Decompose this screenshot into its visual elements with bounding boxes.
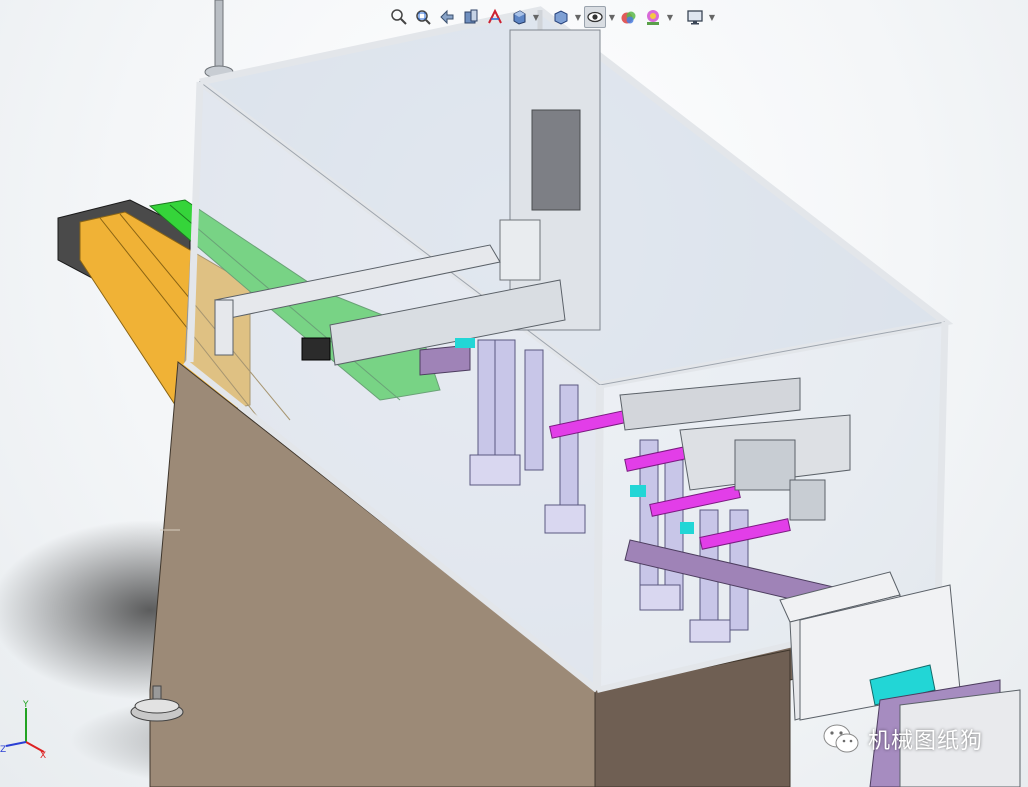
wechat-icon	[823, 724, 859, 753]
coordinate-triad: Y X Z	[0, 700, 46, 761]
apply-scene-icon[interactable]	[642, 6, 664, 28]
heads-up-view-toolbar: ▼ ▼ ▼ ▼ ▼	[388, 4, 716, 30]
section-view-icon[interactable]	[460, 6, 482, 28]
apply-scene-dropdown-icon[interactable]: ▼	[666, 13, 674, 22]
display-style-dropdown-icon[interactable]: ▼	[574, 13, 582, 22]
dynamic-annotation-icon[interactable]	[484, 6, 506, 28]
view-orientation-icon[interactable]	[508, 6, 530, 28]
triad-x-label: X	[40, 751, 46, 761]
triad-y-label: Y	[22, 700, 29, 710]
view-settings-dropdown-icon[interactable]: ▼	[708, 13, 716, 22]
zoom-to-area-icon[interactable]	[412, 6, 434, 28]
view-orientation-dropdown-icon[interactable]: ▼	[532, 13, 540, 22]
previous-view-icon[interactable]	[436, 6, 458, 28]
hide-show-dropdown-icon[interactable]: ▼	[608, 13, 616, 22]
triad-z-label: Z	[0, 745, 6, 755]
view-settings-icon[interactable]	[684, 6, 706, 28]
hide-show-items-icon[interactable]	[584, 6, 606, 28]
display-style-icon[interactable]	[550, 6, 572, 28]
light-tower-pole[interactable]	[204, 0, 234, 79]
zoom-to-fit-icon[interactable]	[388, 6, 410, 28]
watermark-text: 机械图纸狗	[868, 729, 984, 754]
edit-appearance-icon[interactable]	[618, 6, 640, 28]
cad-3d-viewport[interactable]: Y X Z	[0, 0, 1028, 787]
watermark: 机械图纸狗	[822, 722, 983, 756]
